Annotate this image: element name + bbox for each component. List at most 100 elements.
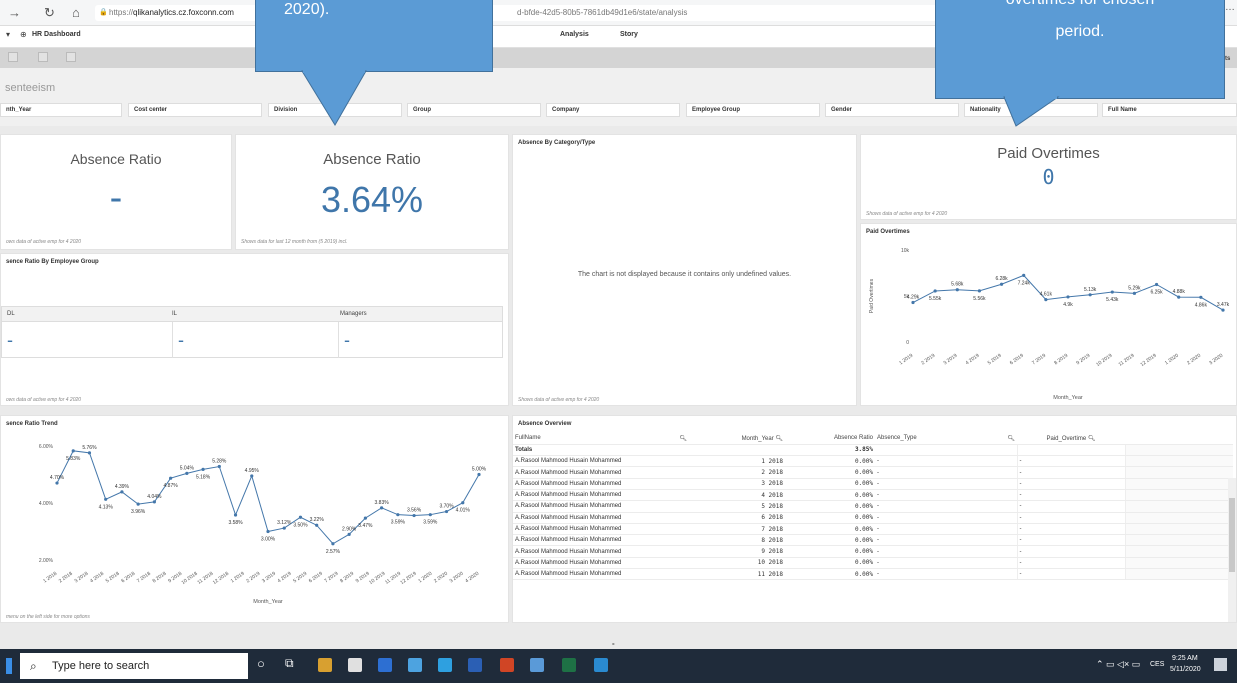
search-icon[interactable]: 🔍︎ — [1007, 435, 1015, 442]
table-row[interactable]: A.Rasool Mahmood Husain Mohammed 5 2018 0.… — [513, 500, 1233, 513]
table-row[interactable]: A.Rasool Mahmood Husain Mohammed 6 2018 0.… — [513, 512, 1233, 524]
paid-overtimes-chart[interactable]: Paid Overtimes 0 5k 10k 1 2019 2 2019 3 2019 4… — [860, 223, 1237, 406]
undefined-values-message: The chart is not displayed because it co… — [577, 271, 792, 278]
col-fullname[interactable]: FullName 🔍︎ — [513, 433, 689, 445]
system-tray-icons[interactable]: ⌃ ▭ ◁× ▭ — [1096, 659, 1140, 670]
table-row[interactable]: A.Rasool Mahmood Husain Mohammed 2 2018 0.… — [513, 466, 1233, 479]
filter-gender[interactable]: Gender — [825, 103, 959, 117]
remote-desktop-icon[interactable] — [594, 658, 608, 672]
cell-paid-overtime: - — [1016, 500, 1125, 513]
kpi-absence-ratio-current[interactable]: Absence Ratio - ows data of active emp f… — [0, 134, 232, 250]
table-row[interactable]: A.Rasool Mahmood Husain Mohammed 9 2018 0.… — [513, 545, 1233, 558]
x-tick-label: 4 2019 — [965, 353, 981, 367]
cell-fullname: A.Rasool Mahmood Husain Mohammed — [513, 568, 689, 581]
cell-absence-ratio: 0.00% — [785, 568, 875, 581]
data-label: 4.29k — [907, 295, 920, 301]
cell-month-year: 5 2018 — [689, 500, 785, 513]
home-icon[interactable]: ⌂ — [72, 5, 80, 20]
clear-selection-icon[interactable] — [66, 52, 76, 62]
data-point — [87, 451, 92, 455]
tab-story[interactable]: Story — [620, 31, 638, 38]
data-label: 4.86k — [1195, 302, 1208, 308]
forward-step-icon[interactable] — [38, 52, 48, 62]
filter-company[interactable]: Company — [546, 103, 680, 117]
totals-row[interactable]: Totals 3.85% — [513, 444, 1233, 457]
col-month-year[interactable]: Month_Year 🔍︎ — [689, 433, 785, 445]
clock-time[interactable]: 9:25 AM — [1172, 655, 1198, 662]
outlook-icon[interactable] — [408, 658, 422, 672]
tab-analysis[interactable]: Analysis — [560, 31, 589, 38]
cell-paid-overtime: - — [1016, 489, 1125, 502]
table-row[interactable]: A.Rasool Mahmood Husain Mohammed 11 2018 0… — [513, 568, 1233, 581]
col-absence-ratio[interactable]: Absence Ratio — [785, 433, 875, 445]
x-tick-label: 5 2019 — [292, 571, 308, 585]
store-icon[interactable] — [348, 658, 362, 672]
language-indicator[interactable]: CES — [1150, 661, 1164, 668]
x-axis-title: Month_Year — [253, 599, 283, 605]
filter-group[interactable]: Group — [407, 103, 541, 117]
kpi-footer: ows data of active emp for 4 2020 — [6, 239, 82, 245]
data-point — [233, 513, 238, 517]
kpi-paid-overtimes[interactable]: Paid Overtimes 0 Shows data of active em… — [860, 134, 1237, 220]
start-icon[interactable] — [6, 658, 12, 674]
forward-icon[interactable]: → — [8, 5, 21, 20]
edge-icon[interactable] — [378, 658, 392, 672]
more-icon[interactable]: … — [1225, 2, 1235, 13]
table-row[interactable]: A.Rasool Mahmood Husain Mohammed 1 2018 0.… — [513, 455, 1233, 468]
table-scrollbar[interactable] — [1228, 478, 1236, 622]
task-view-icon[interactable]: ⧉ — [285, 656, 294, 671]
scrollbar-thumb[interactable] — [1229, 498, 1235, 572]
toolbar-right-label[interactable]: ts — [1225, 56, 1230, 62]
table-row[interactable]: A.Rasool Mahmood Husain Mohammed 8 2018 0.… — [513, 534, 1233, 547]
absence-category-chart[interactable]: Absence By Category/Type The chart is no… — [512, 134, 857, 406]
col-absence-type[interactable]: Absence_Type 🔍︎ — [875, 433, 1017, 445]
filter-cost-center[interactable]: Cost center — [128, 103, 262, 117]
data-point — [120, 490, 124, 494]
filter-full-name[interactable]: Full Name — [1102, 103, 1237, 117]
data-label: 4.87% — [164, 483, 179, 489]
table-row[interactable]: A.Rasool Mahmood Husain Mohammed 10 2018 0… — [513, 557, 1233, 570]
cell-paid-overtime: - — [1016, 523, 1125, 536]
x-tick-label: 4 2019 — [277, 571, 293, 585]
col-paid-overtime[interactable]: Paid_Overtime 🔍︎ — [1017, 433, 1125, 445]
app-name[interactable]: HR Dashboard — [32, 31, 81, 38]
word-icon[interactable] — [468, 658, 482, 672]
search-icon[interactable]: 🔍︎ — [775, 436, 783, 442]
search-icon[interactable]: 🔍︎ — [679, 435, 687, 442]
cortana-icon[interactable]: ○ — [257, 656, 265, 671]
absence-overview-table[interactable]: Absence Overview FullName 🔍︎ Month_Year 🔍… — [512, 415, 1237, 623]
cell-absence-ratio: 0.00% — [785, 500, 875, 513]
callout-pointer-left — [301, 70, 367, 126]
kpi-absence-ratio-12m[interactable]: Absence Ratio 3.64% Shows data for last … — [235, 134, 509, 250]
chrome-icon[interactable] — [530, 658, 544, 672]
menu-chevron-icon[interactable]: ▾ — [6, 30, 10, 39]
cell-fullname: A.Rasool Mahmood Husain Mohammed — [513, 489, 689, 502]
cell-empty — [1124, 455, 1233, 468]
filter-month-year[interactable]: nth_Year — [0, 103, 122, 117]
employee-group-table[interactable]: sence Ratio By Employee Group DL IL Mana… — [0, 253, 509, 406]
search-icon[interactable]: 🔍︎ — [1088, 436, 1096, 442]
data-point — [461, 501, 465, 505]
refresh-icon[interactable]: ↻ — [44, 5, 55, 21]
x-tick-label: 3 2018 — [73, 571, 89, 585]
table-row: - - - — [1, 322, 503, 358]
filter-employee-group[interactable]: Employee Group — [686, 103, 820, 117]
absence-ratio-trend-chart[interactable]: sence Ratio Trend 2.00% 4.00% 6.00% 1 2018 2… — [0, 415, 509, 623]
data-label: 3.58% — [228, 520, 243, 526]
table-row[interactable]: A.Rasool Mahmood Husain Mohammed 4 2018 0.… — [513, 489, 1233, 502]
cell-absence-ratio: 3.85% — [785, 444, 875, 457]
notifications-icon[interactable] — [1214, 658, 1227, 671]
skype-icon[interactable] — [438, 658, 452, 672]
table-row[interactable]: A.Rasool Mahmood Husain Mohammed 3 2018 0.… — [513, 478, 1233, 490]
clock-date[interactable]: 5/11/2020 — [1170, 666, 1201, 673]
table-row[interactable]: A.Rasool Mahmood Husain Mohammed 7 2018 0.… — [513, 523, 1233, 536]
cell-fullname: Totals — [513, 444, 689, 457]
back-step-icon[interactable] — [8, 52, 18, 62]
cell-month-year: 11 2018 — [689, 568, 785, 581]
excel-icon[interactable] — [562, 658, 576, 672]
col-label: Month_Year — [741, 435, 774, 442]
taskbar-search[interactable]: ⌕ Type here to search — [20, 653, 248, 679]
file-explorer-icon[interactable] — [318, 658, 332, 672]
data-label: 3.59% — [391, 520, 406, 526]
powerpoint-icon[interactable] — [500, 658, 514, 672]
